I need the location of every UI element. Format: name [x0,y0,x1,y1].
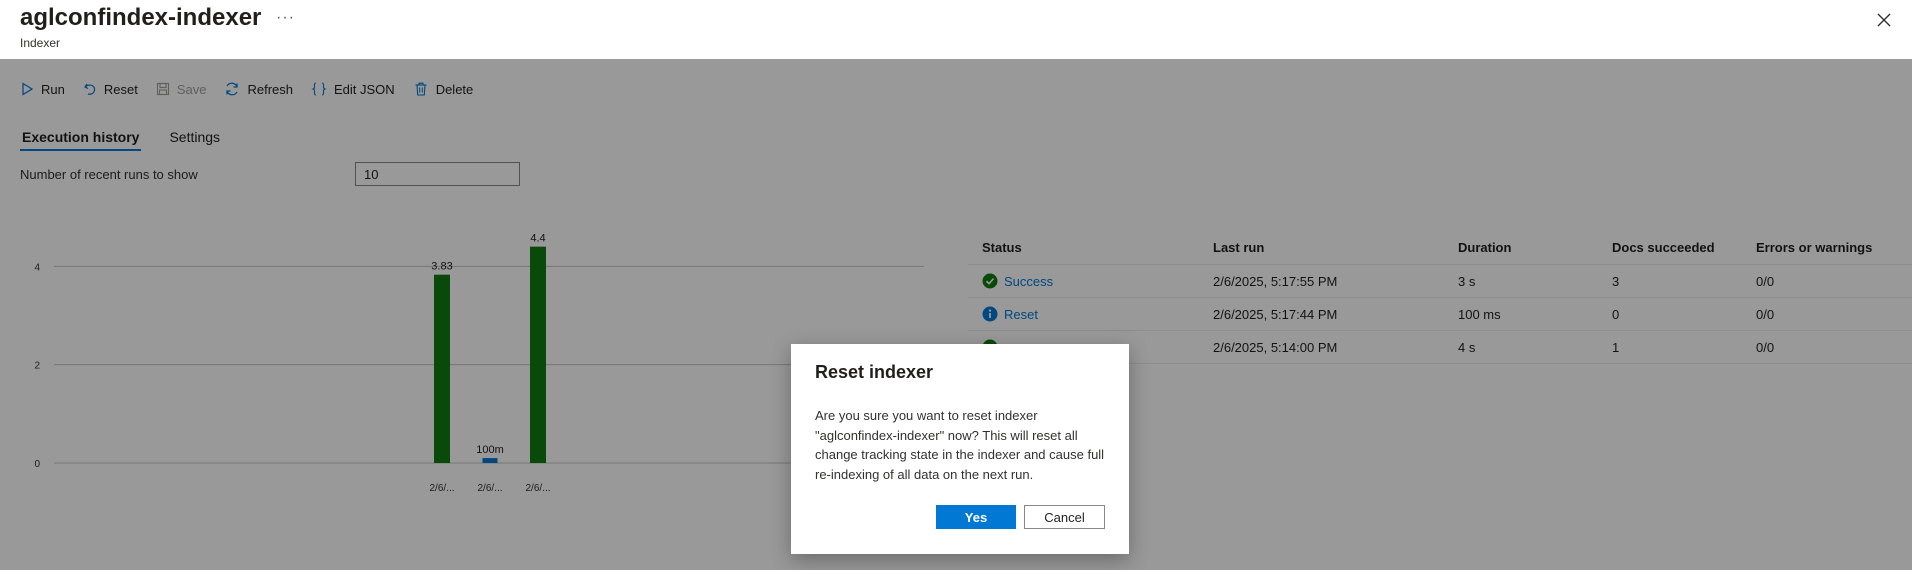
close-icon [1877,13,1891,27]
close-button[interactable] [1872,8,1896,32]
yes-button[interactable]: Yes [936,505,1016,529]
page-header: aglconfindex-indexer ··· Indexer [0,0,1912,59]
dialog-message: Are you sure you want to reset indexer "… [815,408,1105,482]
cancel-button[interactable]: Cancel [1024,505,1105,529]
page-title: aglconfindex-indexer [20,4,262,31]
reset-indexer-dialog: Reset indexer Are you sure you want to r… [791,344,1129,554]
page-subtitle: Indexer [20,36,61,50]
dialog-title: Reset indexer [815,362,934,382]
more-actions-button[interactable]: ··· [276,9,295,27]
